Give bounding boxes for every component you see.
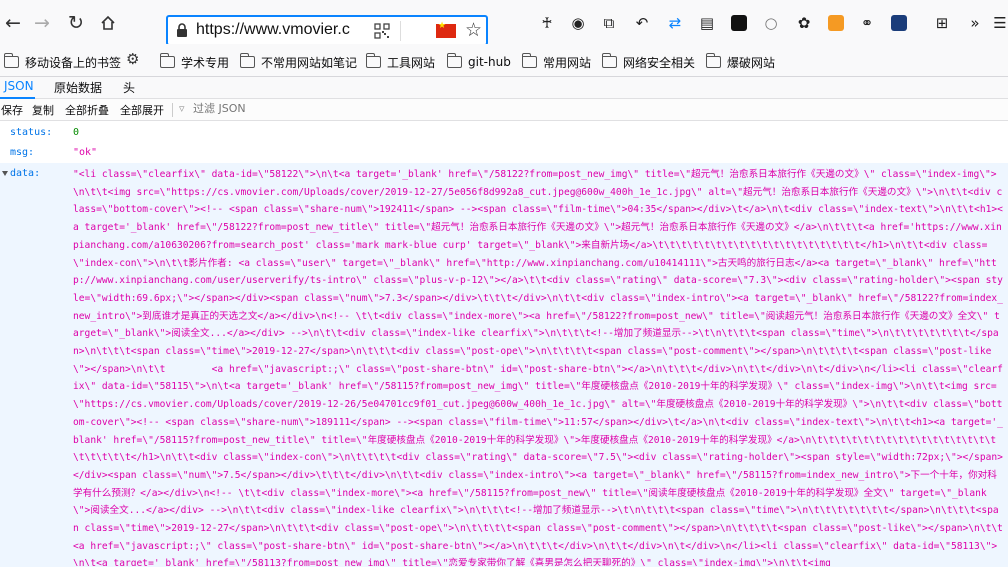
account-button[interactable]: ◉ bbox=[568, 13, 588, 33]
crop-icon: ⧉ bbox=[603, 14, 615, 32]
folder-icon bbox=[521, 53, 537, 68]
url-separator bbox=[400, 21, 401, 41]
arrow-left-icon: ← bbox=[5, 11, 21, 34]
folder-icon bbox=[601, 53, 617, 68]
ip-extension-button[interactable] bbox=[826, 13, 846, 33]
china-flag-icon[interactable]: ★ bbox=[436, 21, 456, 38]
bookmark-folder-tools[interactable]: 工具网站 bbox=[365, 53, 436, 71]
filter-json-input[interactable] bbox=[193, 102, 313, 115]
home-button[interactable] bbox=[95, 10, 121, 36]
json-toolbar: 保存 复制 全部折叠 全部展开 ▿ bbox=[0, 99, 1008, 121]
folder-icon bbox=[159, 53, 175, 68]
tab-headers[interactable]: 头 bbox=[123, 79, 135, 96]
save-button[interactable]: 保存 bbox=[1, 102, 23, 118]
screen-icon bbox=[731, 15, 747, 31]
bookmarks-toolbar: 移动设备上的书签 学术专用 不常用网站如笔记 工具网站 git-hub 常用网站… bbox=[0, 44, 1008, 77]
json-viewer-tabs: JSON 原始数据 头 bbox=[0, 77, 1008, 99]
more-icon: » bbox=[970, 14, 980, 32]
copy-button[interactable]: 复制 bbox=[32, 102, 54, 118]
menu-button[interactable]: ☰ bbox=[990, 13, 1008, 33]
undo-button[interactable]: ↶ bbox=[632, 13, 652, 33]
folder-icon bbox=[239, 53, 255, 68]
reload-button[interactable]: ↻ bbox=[63, 10, 89, 36]
sync-button[interactable]: ⇄ bbox=[665, 13, 685, 33]
url-fade bbox=[348, 19, 366, 43]
account-icon: ◉ bbox=[571, 14, 585, 32]
expand-all-button[interactable]: 全部展开 bbox=[120, 102, 164, 118]
evernote-button[interactable]: ✿ bbox=[794, 13, 814, 33]
bookmark-star-icon[interactable]: ☆ bbox=[465, 19, 482, 41]
bookmark-folder-academic[interactable]: 学术专用 bbox=[159, 53, 230, 71]
bookmark-label: 学术专用 bbox=[181, 55, 230, 70]
url-text[interactable]: https://www.vmovier.c bbox=[196, 21, 366, 39]
bookmark-label: 移动设备上的书签 bbox=[25, 55, 122, 70]
record-button[interactable]: ○ bbox=[761, 13, 781, 33]
bookmark-folder-common[interactable]: 常用网站 bbox=[521, 53, 592, 71]
bike-icon: ⚭ bbox=[860, 14, 874, 32]
library-button[interactable]: ♰ bbox=[537, 13, 557, 33]
record-icon: ○ bbox=[764, 14, 778, 32]
bookmark-label: 工具网站 bbox=[387, 55, 436, 70]
sync-icon: ⇄ bbox=[668, 14, 682, 32]
tab-raw-data[interactable]: 原始数据 bbox=[54, 79, 102, 96]
forward-button[interactable]: → bbox=[29, 10, 55, 36]
crop-button[interactable]: ⧉ bbox=[599, 13, 619, 33]
extensions-icon: ⊞ bbox=[935, 14, 949, 32]
value-data: "<li class=\"clearfix\" data-id=\"58122\… bbox=[73, 169, 1003, 566]
bookmark-label: git-hub bbox=[468, 55, 511, 69]
bookmark-label: 网络安全相关 bbox=[623, 55, 696, 70]
url-bar[interactable]: https://www.vmovier.c ★ ☆ bbox=[166, 15, 488, 46]
bookmark-label: 不常用网站如笔记 bbox=[261, 55, 358, 70]
bookmark-folder-cracking[interactable]: 爆破网站 bbox=[705, 53, 776, 71]
reader-button[interactable]: ▤ bbox=[697, 13, 717, 33]
key-status: status: bbox=[10, 127, 53, 138]
back-button[interactable]: ← bbox=[0, 10, 26, 36]
hamburger-icon: ☰ bbox=[993, 14, 1007, 32]
folder-icon bbox=[705, 53, 721, 68]
screen-button[interactable] bbox=[729, 13, 749, 33]
home-icon bbox=[101, 15, 115, 30]
translate-extension-button[interactable] bbox=[889, 13, 909, 33]
bike-extension-button[interactable]: ⚭ bbox=[857, 13, 877, 33]
tab-json[interactable]: JSON bbox=[4, 79, 34, 93]
bookmark-label: 常用网站 bbox=[543, 55, 592, 70]
lock-icon bbox=[177, 23, 187, 37]
translate-icon bbox=[891, 15, 907, 31]
folder-icon bbox=[365, 53, 381, 68]
filter-icon: ▿ bbox=[179, 102, 185, 115]
reader-icon: ▤ bbox=[699, 14, 715, 32]
bookmark-folder-rare-sites[interactable]: 不常用网站如笔记 bbox=[239, 53, 358, 71]
collapse-all-button[interactable]: 全部折叠 bbox=[65, 102, 109, 118]
navigation-toolbar: ← → ↻ https://www.vmovier.c ★ ☆ ♰ ◉ ⧉ ↶ … bbox=[0, 0, 1008, 46]
bookmark-folder-github[interactable]: git-hub bbox=[446, 53, 511, 71]
ip-icon bbox=[828, 15, 844, 31]
bookmark-mobile[interactable]: 移动设备上的书签 bbox=[3, 53, 122, 71]
key-data: data: bbox=[10, 168, 41, 179]
arrow-right-icon: → bbox=[34, 11, 50, 34]
key-msg: msg: bbox=[10, 147, 35, 158]
evernote-icon: ✿ bbox=[797, 14, 811, 32]
overflow-extensions-button[interactable]: ⊞ bbox=[932, 13, 952, 33]
bookmark-folder-security[interactable]: 网络安全相关 bbox=[601, 53, 696, 71]
value-msg: "ok" bbox=[73, 147, 98, 158]
mobile-bookmarks-icon bbox=[3, 53, 19, 68]
more-menu-button[interactable]: » bbox=[965, 13, 985, 33]
toolbar-divider bbox=[172, 103, 173, 117]
library-icon: ♰ bbox=[541, 14, 553, 32]
value-status: 0 bbox=[73, 127, 80, 138]
gear-icon[interactable]: ⚙ bbox=[126, 50, 139, 68]
bookmark-label: 爆破网站 bbox=[727, 55, 776, 70]
expand-toggle-icon[interactable] bbox=[2, 171, 8, 176]
qr-code-icon[interactable] bbox=[374, 23, 390, 39]
undo-icon: ↶ bbox=[635, 14, 649, 32]
reload-icon: ↻ bbox=[68, 11, 84, 34]
folder-icon bbox=[446, 53, 462, 68]
